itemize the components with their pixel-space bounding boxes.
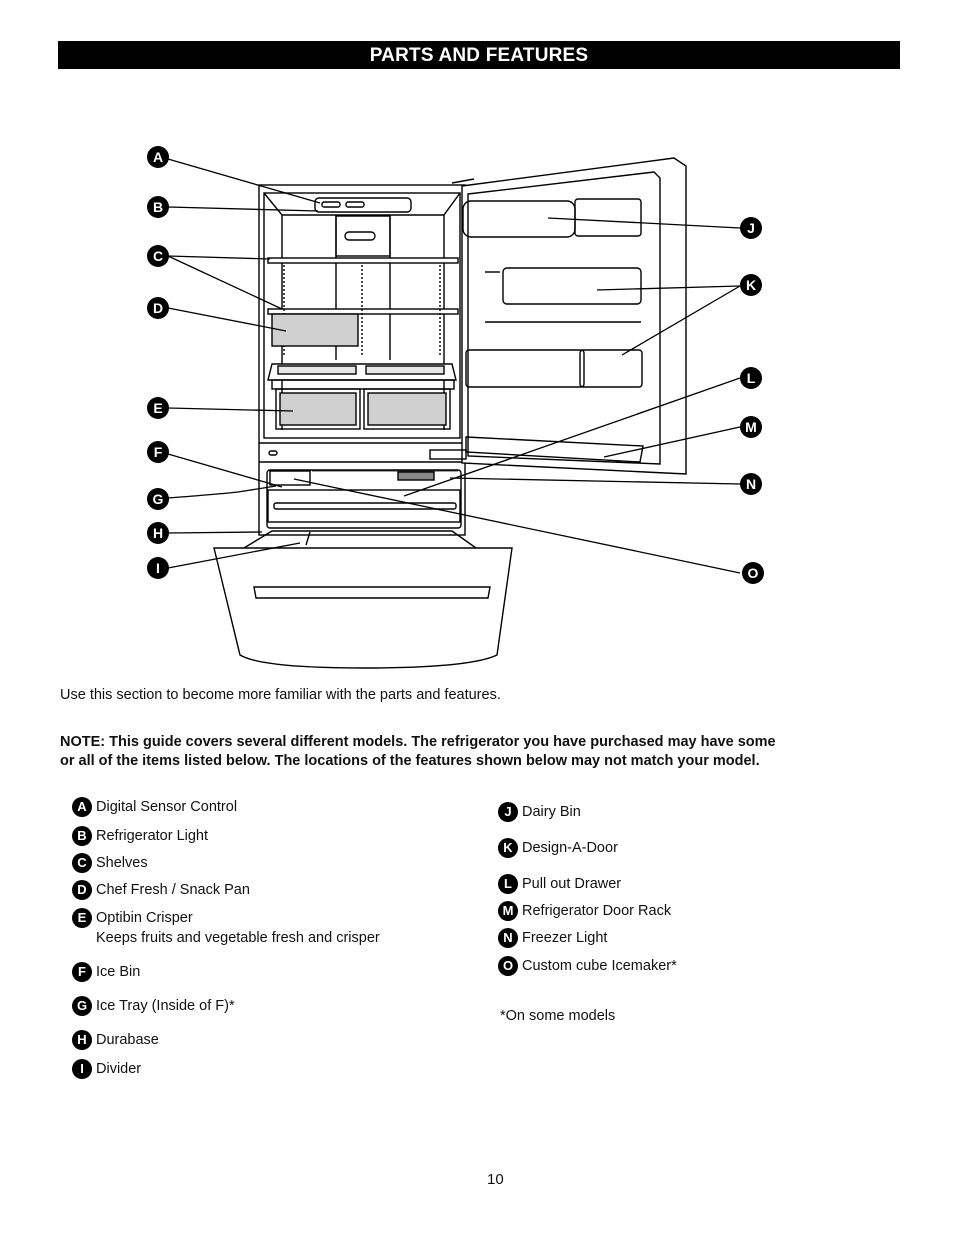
freezer-light xyxy=(397,471,435,481)
badge-n: N xyxy=(498,928,518,948)
legend-label: Dairy Bin xyxy=(522,804,581,820)
legend-label: Digital Sensor Control xyxy=(96,799,238,815)
refrigerator-diagram: A B C D E F G H I J K L M N O xyxy=(147,146,764,669)
svg-text:J: J xyxy=(747,220,755,236)
callout-a: A xyxy=(147,146,169,168)
badge-g: G xyxy=(72,996,92,1016)
badge-l: L xyxy=(498,874,518,894)
digital-sensor-control xyxy=(314,197,412,213)
intro-text: Use this section to become more familiar… xyxy=(60,687,501,703)
legend-item-o: O Custom cube Icemaker* xyxy=(498,956,677,976)
callout-e: E xyxy=(147,397,169,419)
svg-text:K: K xyxy=(746,277,756,293)
legend-item-f: F Ice Bin xyxy=(72,962,140,982)
legend-item-h: H Durabase xyxy=(72,1030,159,1050)
callout-k: K xyxy=(740,274,762,296)
legend-label: Ice Bin xyxy=(96,964,141,980)
svg-text:C: C xyxy=(153,248,163,264)
svg-text:H: H xyxy=(153,525,163,541)
legend-label: Design-A-Door xyxy=(522,840,618,856)
shelf-lower xyxy=(267,308,459,315)
legend-item-d: D Chef Fresh / Snack Pan xyxy=(72,880,250,900)
callout-b: B xyxy=(147,196,169,218)
legend-item-j: J Dairy Bin xyxy=(498,802,581,822)
legend-label: Custom cube Icemaker* xyxy=(522,958,677,974)
ice-bin xyxy=(269,470,311,486)
legend-item-m: M Refrigerator Door Rack xyxy=(498,901,671,921)
callout-d: D xyxy=(147,297,169,319)
legend-label: Ice Tray (Inside of F)* xyxy=(96,998,235,1014)
badge-e: E xyxy=(72,908,92,928)
svg-text:I: I xyxy=(156,560,160,576)
callout-j: J xyxy=(740,217,762,239)
badge-h: H xyxy=(72,1030,92,1050)
legend-item-l: L Pull out Drawer xyxy=(498,874,621,894)
svg-text:M: M xyxy=(745,419,757,435)
callout-g: G xyxy=(147,488,169,510)
fridge-illustration xyxy=(213,157,687,669)
note-text: NOTE: This guide covers several differen… xyxy=(60,733,860,771)
legend-label: Durabase xyxy=(96,1032,159,1048)
legend-label: Pull out Drawer xyxy=(522,876,622,892)
callout-i: I xyxy=(147,557,169,579)
callout-h: H xyxy=(147,522,169,544)
legend-label: Optibin Crisper Keeps fruits and vegetab… xyxy=(96,908,380,948)
control-plate xyxy=(429,449,467,460)
legend-item-n: N Freezer Light xyxy=(498,928,607,948)
badge-m: M xyxy=(498,901,518,921)
note-line-2: or all of the items listed below. The lo… xyxy=(60,753,760,769)
badge-b: B xyxy=(72,826,92,846)
legend-label: Freezer Light xyxy=(522,930,608,946)
legend-item-i: I Divider xyxy=(72,1059,141,1079)
svg-text:D: D xyxy=(153,300,163,316)
svg-text:O: O xyxy=(748,565,759,581)
legend-item-a: A Digital Sensor Control xyxy=(72,797,237,817)
badge-o: O xyxy=(498,956,518,976)
callout-m: M xyxy=(740,416,762,438)
callout-n: N xyxy=(740,473,762,495)
svg-text:G: G xyxy=(153,491,164,507)
svg-text:A: A xyxy=(153,149,163,165)
legend-label: Chef Fresh / Snack Pan xyxy=(96,882,250,898)
note-line-1: NOTE: This guide covers several differen… xyxy=(60,734,776,750)
svg-text:F: F xyxy=(154,444,163,460)
svg-text:E: E xyxy=(153,400,162,416)
legend-label-sub: Keeps fruits and vegetable fresh and cri… xyxy=(96,930,380,946)
legend-item-g: G Ice Tray (Inside of F)* xyxy=(72,996,235,1016)
legend-item-e: E Optibin Crisper Keeps fruits and veget… xyxy=(72,908,380,948)
badge-i: I xyxy=(72,1059,92,1079)
page-number: 10 xyxy=(487,1171,504,1188)
badge-c: C xyxy=(72,853,92,873)
badge-k: K xyxy=(498,838,518,858)
badge-d: D xyxy=(72,880,92,900)
pull-out-drawer xyxy=(267,489,461,523)
legend-label: Refrigerator Door Rack xyxy=(522,903,672,919)
badge-j: J xyxy=(498,802,518,822)
legend-item-c: C Shelves xyxy=(72,853,148,873)
badge-f: F xyxy=(72,962,92,982)
callout-c: C xyxy=(147,245,169,267)
shelf-upper xyxy=(267,257,459,264)
svg-text:L: L xyxy=(747,370,756,386)
badge-a: A xyxy=(72,797,92,817)
footnote: *On some models xyxy=(500,1008,616,1024)
cabinet-outline xyxy=(258,184,466,536)
snack-pan xyxy=(271,313,359,347)
svg-text:N: N xyxy=(746,476,756,492)
legend-label: Shelves xyxy=(96,855,148,871)
legend-item-b: B Refrigerator Light xyxy=(72,826,208,846)
durabase xyxy=(243,530,477,549)
callout-o: O xyxy=(742,562,764,584)
legend-label-main: Optibin Crisper xyxy=(96,910,193,926)
legend-item-k: K Design-A-Door xyxy=(498,838,618,858)
callout-l: L xyxy=(740,367,762,389)
callout-f: F xyxy=(147,441,169,463)
freezer-drawer-front xyxy=(213,547,513,669)
svg-text:B: B xyxy=(153,199,163,215)
refrigerator-light-housing xyxy=(335,215,391,257)
legend-label: Divider xyxy=(96,1061,142,1077)
legend-label: Refrigerator Light xyxy=(96,828,209,844)
